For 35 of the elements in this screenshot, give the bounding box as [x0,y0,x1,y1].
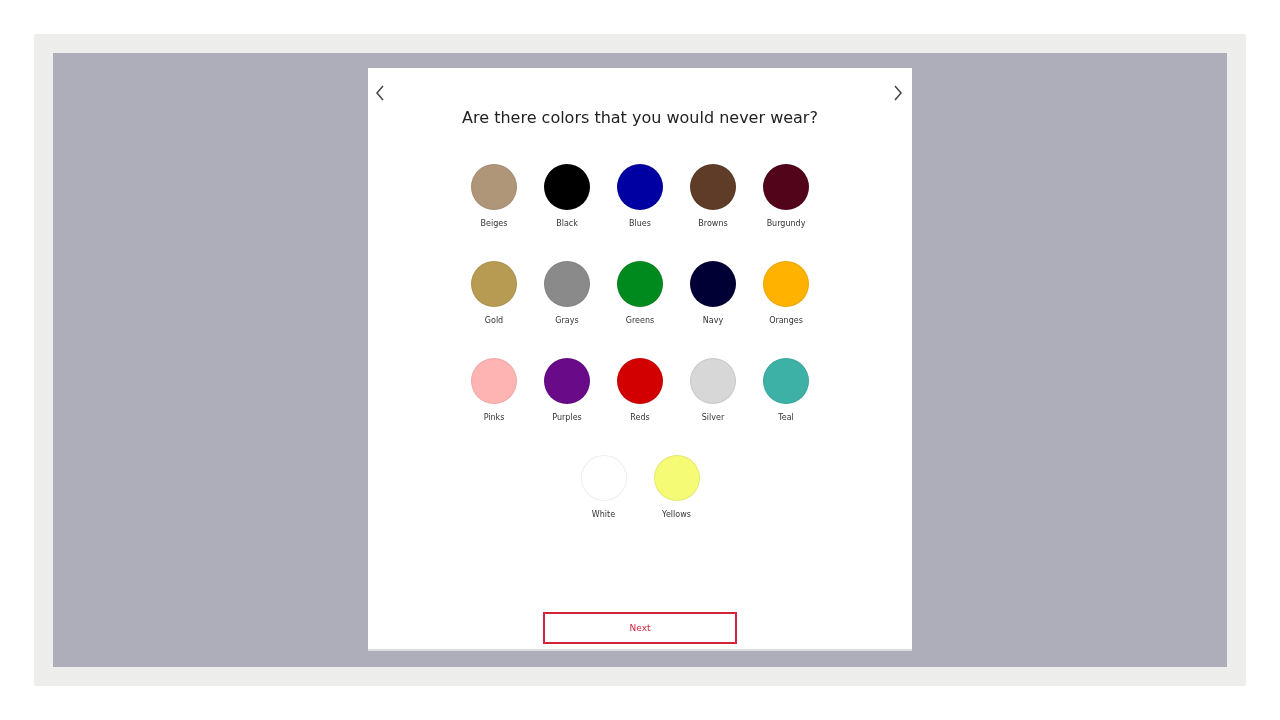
color-swatch[interactable] [690,261,736,307]
color-label: Oranges [769,315,803,327]
color-swatch[interactable] [617,164,663,210]
color-label: Teal [778,412,794,424]
color-swatch[interactable] [544,358,590,404]
color-label: Black [556,218,578,230]
color-swatch[interactable] [653,455,700,501]
color-label: Yellows [662,509,691,521]
color-label: Silver [701,412,725,424]
color-swatch[interactable] [763,358,809,404]
color-swatch[interactable] [471,164,517,210]
next-button[interactable]: Next [543,612,737,644]
color-label: Burgundy [766,218,806,230]
color-label: Greens [625,315,655,327]
color-label: Gold [484,315,504,327]
color-swatch[interactable] [763,164,809,210]
color-label: Pinks [483,412,505,424]
color-swatch[interactable] [690,358,736,404]
color-swatch[interactable] [617,261,663,307]
color-label: Blues [629,218,651,230]
color-swatch[interactable] [471,261,517,307]
color-label: Beiges [480,218,508,230]
color-swatch[interactable] [617,358,663,404]
color-swatch[interactable] [471,358,517,404]
color-label: Reds [630,412,650,424]
color-label: Grays [555,315,579,327]
color-label: White [591,509,616,521]
color-swatch[interactable] [544,261,590,307]
color-label: Navy [702,315,724,327]
color-swatch[interactable] [544,164,590,210]
color-swatch[interactable] [690,164,736,210]
question-title: Are there colors that you would never wear? [462,108,818,127]
color-label: Purples [552,412,582,424]
color-swatch[interactable] [763,261,809,307]
color-label: Browns [698,218,728,230]
